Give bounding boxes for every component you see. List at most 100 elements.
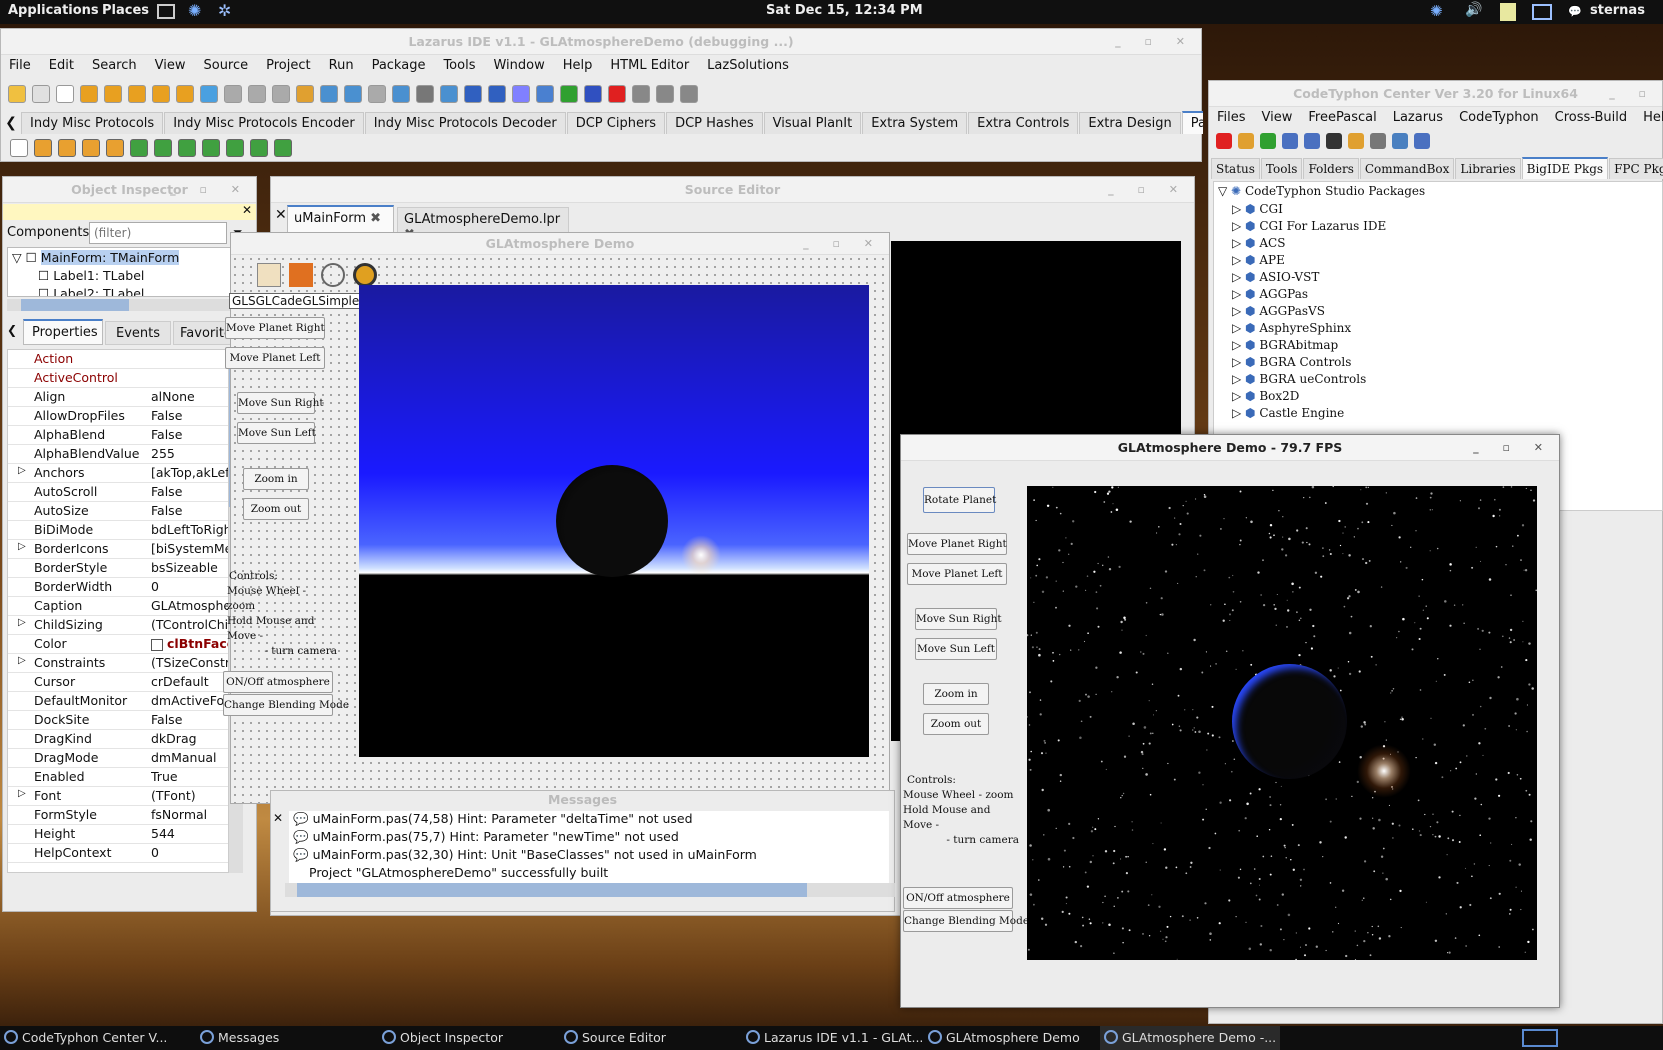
taskbar-item[interactable]: GLAtmosphere Demo <box>924 1026 1100 1050</box>
property-row[interactable]: HelpContext 0 <box>8 844 228 863</box>
package-item[interactable]: ▷ ⬢ Box2D <box>1232 389 1299 403</box>
component-icon[interactable] <box>34 139 52 157</box>
toolbar-icon[interactable] <box>536 85 554 103</box>
expand-icon[interactable]: ▷ <box>1232 338 1245 352</box>
window-controls[interactable]: _ ▫ <box>1609 81 1656 107</box>
toolbar-icon[interactable] <box>296 85 314 103</box>
taskbar-item[interactable]: Messages <box>196 1026 372 1050</box>
toolbar-icon[interactable] <box>344 85 362 103</box>
property-value[interactable]: 544 <box>151 826 228 841</box>
taskbar-item[interactable]: CodeTyphon Center V... <box>0 1026 176 1050</box>
timer-icon[interactable] <box>321 263 345 287</box>
toolbar-icon[interactable] <box>464 85 482 103</box>
toolbar-icon[interactable] <box>512 85 530 103</box>
property-row[interactable]: Color clBtnFace <box>8 635 228 654</box>
ct-tab-status[interactable]: Status <box>1211 158 1260 179</box>
window-controls[interactable]: _ ▫ ✕ <box>803 233 883 255</box>
toolbar-icon[interactable] <box>632 85 650 103</box>
ct-toolbar-icon[interactable] <box>1370 133 1386 149</box>
gear-icon[interactable]: ✲ <box>218 1 231 20</box>
expand-icon[interactable]: ▷ <box>1232 304 1245 318</box>
design-button-zoom-in[interactable]: Zoom in <box>243 468 309 490</box>
demo-button-move-planet-left[interactable]: Move Planet Left <box>907 563 1007 585</box>
property-value[interactable]: False <box>151 408 228 423</box>
property-row[interactable]: Action <box>8 350 228 369</box>
toolbar-icon[interactable] <box>224 85 242 103</box>
tree-root[interactable]: ▽ ☐ MainForm: TMainForm <box>12 250 180 265</box>
glcadencer-icon[interactable] <box>289 263 313 287</box>
ct-toolbar-icon[interactable] <box>1216 133 1232 149</box>
clock[interactable]: Sat Dec 15, 12:34 PM <box>766 3 923 18</box>
menu-tools[interactable]: Tools <box>443 58 475 73</box>
ct-tab-libraries[interactable]: Libraries <box>1455 158 1521 179</box>
chevron-left-icon[interactable]: ❮ <box>7 323 17 337</box>
package-item[interactable]: ▷ ⬢ AsphyreSphinx <box>1232 321 1351 335</box>
ct-tab-folders[interactable]: Folders <box>1303 158 1359 179</box>
chevron-left-icon[interactable]: ❮ <box>1 115 21 131</box>
package-item[interactable]: ▷ ⬢ BGRA ueControls <box>1232 372 1366 386</box>
expand-icon[interactable]: ▷ <box>1232 219 1245 233</box>
expand-icon[interactable]: ▷ <box>1232 355 1245 369</box>
palette-tab-pascal-script[interactable]: Pascal Script <box>1181 111 1203 134</box>
swirl-icon[interactable]: ✺ <box>188 1 201 20</box>
toolbar-icon[interactable] <box>176 85 194 103</box>
menu-html-editor[interactable]: HTML Editor <box>610 58 689 73</box>
property-row[interactable]: DefaultMonitor dmActiveForm <box>8 692 228 711</box>
toolbar-icon[interactable] <box>416 85 434 103</box>
toolbar-icon[interactable] <box>200 85 218 103</box>
property-value[interactable]: dmActiveForm <box>151 693 228 708</box>
toolbar-icon[interactable] <box>32 85 50 103</box>
palette-tab-dcp-ciphers[interactable]: DCP Ciphers <box>566 112 666 134</box>
component-icon[interactable] <box>106 139 124 157</box>
property-value[interactable]: alNone <box>151 389 228 404</box>
toolbar-icon[interactable] <box>104 85 122 103</box>
design-button-move-planet-right[interactable]: Move Planet Right <box>225 317 325 339</box>
property-row[interactable]: DockSite False <box>8 711 228 730</box>
package-item[interactable]: ▷ ⬢ ACS <box>1232 236 1285 250</box>
window-controls[interactable]: _ ▫ ✕ <box>1115 29 1195 55</box>
menu-view[interactable]: View <box>155 58 186 73</box>
property-row[interactable]: BiDiMode bdLeftToRight <box>8 521 228 540</box>
property-row[interactable]: ▷ Constraints (TSizeConstra <box>8 654 228 673</box>
component-icon[interactable] <box>202 139 220 157</box>
property-row[interactable]: Align alNone <box>8 388 228 407</box>
property-row[interactable]: DragMode dmManual <box>8 749 228 768</box>
ct-tab-bigide-pkgs[interactable]: BigIDE Pkgs <box>1521 157 1609 179</box>
demo-button-change-blending-mode[interactable]: Change Blending Mode <box>903 910 1029 932</box>
message-line[interactable]: Project "GLAtmosphereDemo" successfully … <box>289 865 889 883</box>
clipboard-icon[interactable] <box>1500 3 1516 21</box>
palette-tab-visual-planit[interactable]: Visual PlanIt <box>763 112 862 134</box>
property-value[interactable]: bdLeftToRight <box>151 522 228 537</box>
property-row[interactable]: FormStyle fsNormal <box>8 806 228 825</box>
volume-icon[interactable]: 🔊 <box>1465 2 1482 18</box>
property-value[interactable]: crDefault <box>151 674 228 689</box>
toolbar-icon[interactable] <box>584 85 602 103</box>
component-icon[interactable] <box>274 139 292 157</box>
property-row[interactable]: ActiveControl <box>8 369 228 388</box>
toolbar-icon[interactable] <box>80 85 98 103</box>
property-value[interactable]: dkDrag <box>151 731 228 746</box>
expand-icon[interactable]: ▷ <box>1232 406 1245 420</box>
menu-source[interactable]: Source <box>203 58 248 73</box>
demo-button-on-off-atmosphere[interactable]: ON/Off atmosphere <box>903 887 1013 909</box>
menu-window[interactable]: Window <box>493 58 544 73</box>
property-row[interactable]: AlphaBlendValue 255 <box>8 445 228 464</box>
ct-toolbar-icon[interactable] <box>1260 133 1276 149</box>
property-row[interactable]: AutoScroll False <box>8 483 228 502</box>
property-value[interactable]: dmManual <box>151 750 228 765</box>
ct-toolbar-icon[interactable] <box>1304 133 1320 149</box>
ct-menu-view[interactable]: View <box>1262 110 1293 125</box>
toolbar-icon[interactable] <box>8 85 26 103</box>
workspace-switcher-icon[interactable] <box>1522 1029 1558 1047</box>
ct-tab-fpc-pkgs[interactable]: FPC Pkgs <box>1609 158 1663 179</box>
toolbar-icon[interactable] <box>320 85 338 103</box>
component-icon[interactable] <box>82 139 100 157</box>
expand-icon[interactable]: ▷ <box>1232 202 1245 216</box>
message-line[interactable]: 💬 uMainForm.pas(75,7) Hint: Parameter "ne… <box>289 829 889 847</box>
ct-toolbar-icon[interactable] <box>1282 133 1298 149</box>
property-row[interactable]: Height 544 <box>8 825 228 844</box>
palette-tab-extra-controls[interactable]: Extra Controls <box>968 112 1079 134</box>
property-value[interactable]: True <box>151 769 228 784</box>
expand-icon[interactable]: ▷ <box>18 655 26 666</box>
network-icon[interactable] <box>1532 4 1552 20</box>
